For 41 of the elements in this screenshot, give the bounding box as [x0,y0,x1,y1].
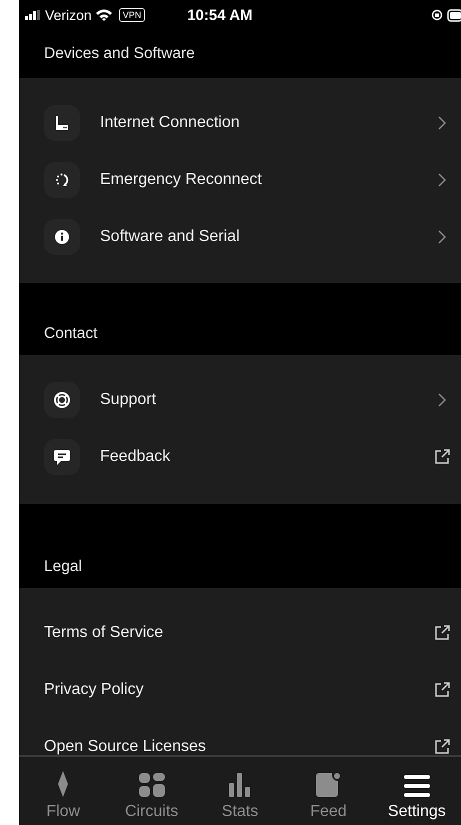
wifi-icon [96,9,112,21]
diamond-icon [56,771,70,797]
router-icon [54,114,70,130]
row-label: Internet Connection [100,114,241,132]
settings-row[interactable]: Privacy Policy [19,661,461,718]
tab-button[interactable]: Circuits [107,757,196,825]
grid-icon [138,773,165,797]
lifebuoy-icon [53,390,71,408]
bar-chart-icon [229,773,252,797]
section-header: Devices and Software [44,45,195,63]
settings-row[interactable]: Support [19,371,461,428]
settings-row[interactable]: Software and Serial [19,208,461,265]
section-header: Contact [44,325,98,343]
row-label: Emergency Reconnect [100,170,263,188]
row-label: Software and Serial [100,228,241,246]
battery-icon [447,8,461,22]
row-label: Feedback [100,448,172,466]
menu-icon [404,775,430,797]
settings-row[interactable]: Open Source Licenses [19,718,461,755]
speech-bubble-icon [53,448,71,466]
settings-row[interactable]: Feedback [19,428,461,485]
rotation-lock-icon [431,9,443,21]
document-icon [316,773,340,797]
settings-row[interactable]: Internet Connection [19,94,461,151]
row-label: Privacy Policy [44,680,145,698]
signal-icon [25,10,41,20]
settings-row[interactable]: Emergency Reconnect [19,151,461,208]
row-label: Support [100,390,158,408]
settings-row[interactable]: Terms of Service [19,604,461,661]
vpn-badge: VPN [118,8,146,22]
carrier-name: Verizon [45,7,92,23]
tab-button[interactable]: Stats [196,757,284,825]
tab-button[interactable]: Settings [372,757,461,825]
row-label: Terms of Service [44,624,164,642]
info-icon [54,228,70,244]
section-header: Legal [44,558,82,576]
row-label: Open Source Licenses [44,738,207,755]
tab-button[interactable]: Feed [284,757,373,825]
tab-button[interactable]: Flow [19,757,108,825]
refresh-icon [54,172,70,188]
clock-time: 10:54 AM [187,6,253,24]
